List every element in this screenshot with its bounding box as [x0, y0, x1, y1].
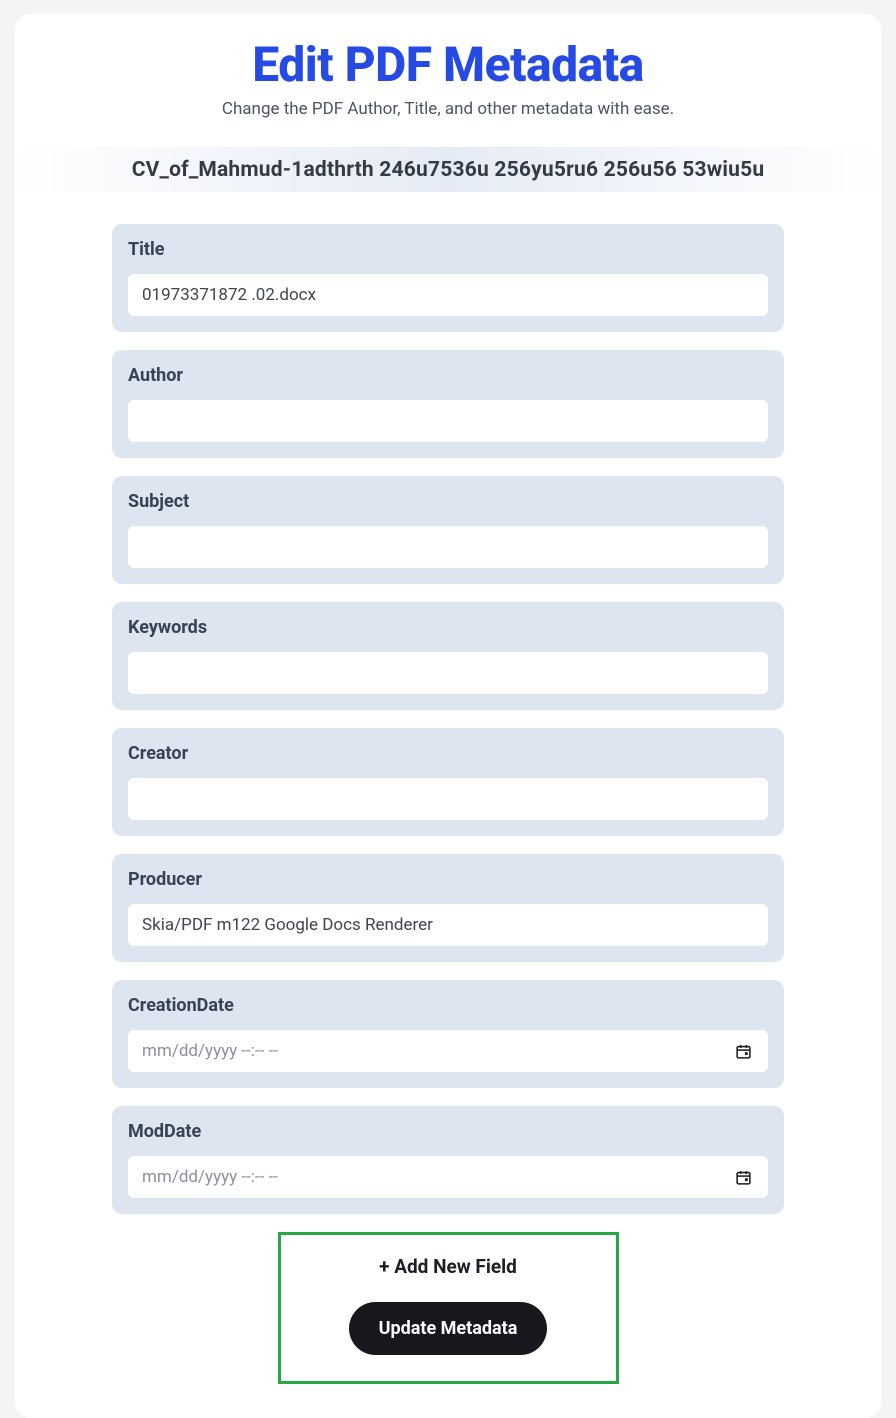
subject-input[interactable]: [128, 526, 768, 568]
field-creator-label: Creator: [128, 743, 768, 764]
field-keywords-label: Keywords: [128, 617, 768, 638]
field-producer: Producer: [112, 854, 784, 962]
update-metadata-button[interactable]: Update Metadata: [349, 1302, 548, 1355]
calendar-icon: [735, 1169, 752, 1186]
filename-text: CV_of_Mahmud-1adthrth 246u7536u 256yu5ru…: [132, 158, 765, 182]
page-container: Edit PDF Metadata Change the PDF Author,…: [14, 14, 882, 1418]
title-input[interactable]: [128, 274, 768, 316]
field-mod-date-label: ModDate: [128, 1121, 768, 1142]
keywords-input[interactable]: [128, 652, 768, 694]
field-keywords: Keywords: [112, 602, 784, 710]
field-title: Title: [112, 224, 784, 332]
page-title: Edit PDF Metadata: [14, 36, 882, 93]
field-creation-date-label: CreationDate: [128, 995, 768, 1016]
field-creation-date: CreationDate mm/dd/yyyy --:-- --: [112, 980, 784, 1088]
mod-date-placeholder: mm/dd/yyyy --:-- --: [142, 1167, 278, 1187]
metadata-form: Title Author Subject Keywords Creator Pr…: [14, 224, 882, 1384]
producer-input[interactable]: [128, 904, 768, 946]
calendar-icon: [735, 1043, 752, 1060]
field-author: Author: [112, 350, 784, 458]
field-subject-label: Subject: [128, 491, 768, 512]
add-field-button[interactable]: + Add New Field: [379, 1255, 517, 1278]
creator-input[interactable]: [128, 778, 768, 820]
page-subtitle: Change the PDF Author, Title, and other …: [14, 99, 882, 119]
field-author-label: Author: [128, 365, 768, 386]
field-producer-label: Producer: [128, 869, 768, 890]
field-title-label: Title: [128, 239, 768, 260]
creation-date-input[interactable]: mm/dd/yyyy --:-- --: [128, 1030, 768, 1072]
mod-date-input[interactable]: mm/dd/yyyy --:-- --: [128, 1156, 768, 1198]
author-input[interactable]: [128, 400, 768, 442]
field-mod-date: ModDate mm/dd/yyyy --:-- --: [112, 1106, 784, 1214]
field-subject: Subject: [112, 476, 784, 584]
actions-box: + Add New Field Update Metadata: [278, 1232, 619, 1384]
creation-date-placeholder: mm/dd/yyyy --:-- --: [142, 1041, 278, 1061]
filename-bar: CV_of_Mahmud-1adthrth 246u7536u 256yu5ru…: [14, 147, 882, 192]
field-creator: Creator: [112, 728, 784, 836]
